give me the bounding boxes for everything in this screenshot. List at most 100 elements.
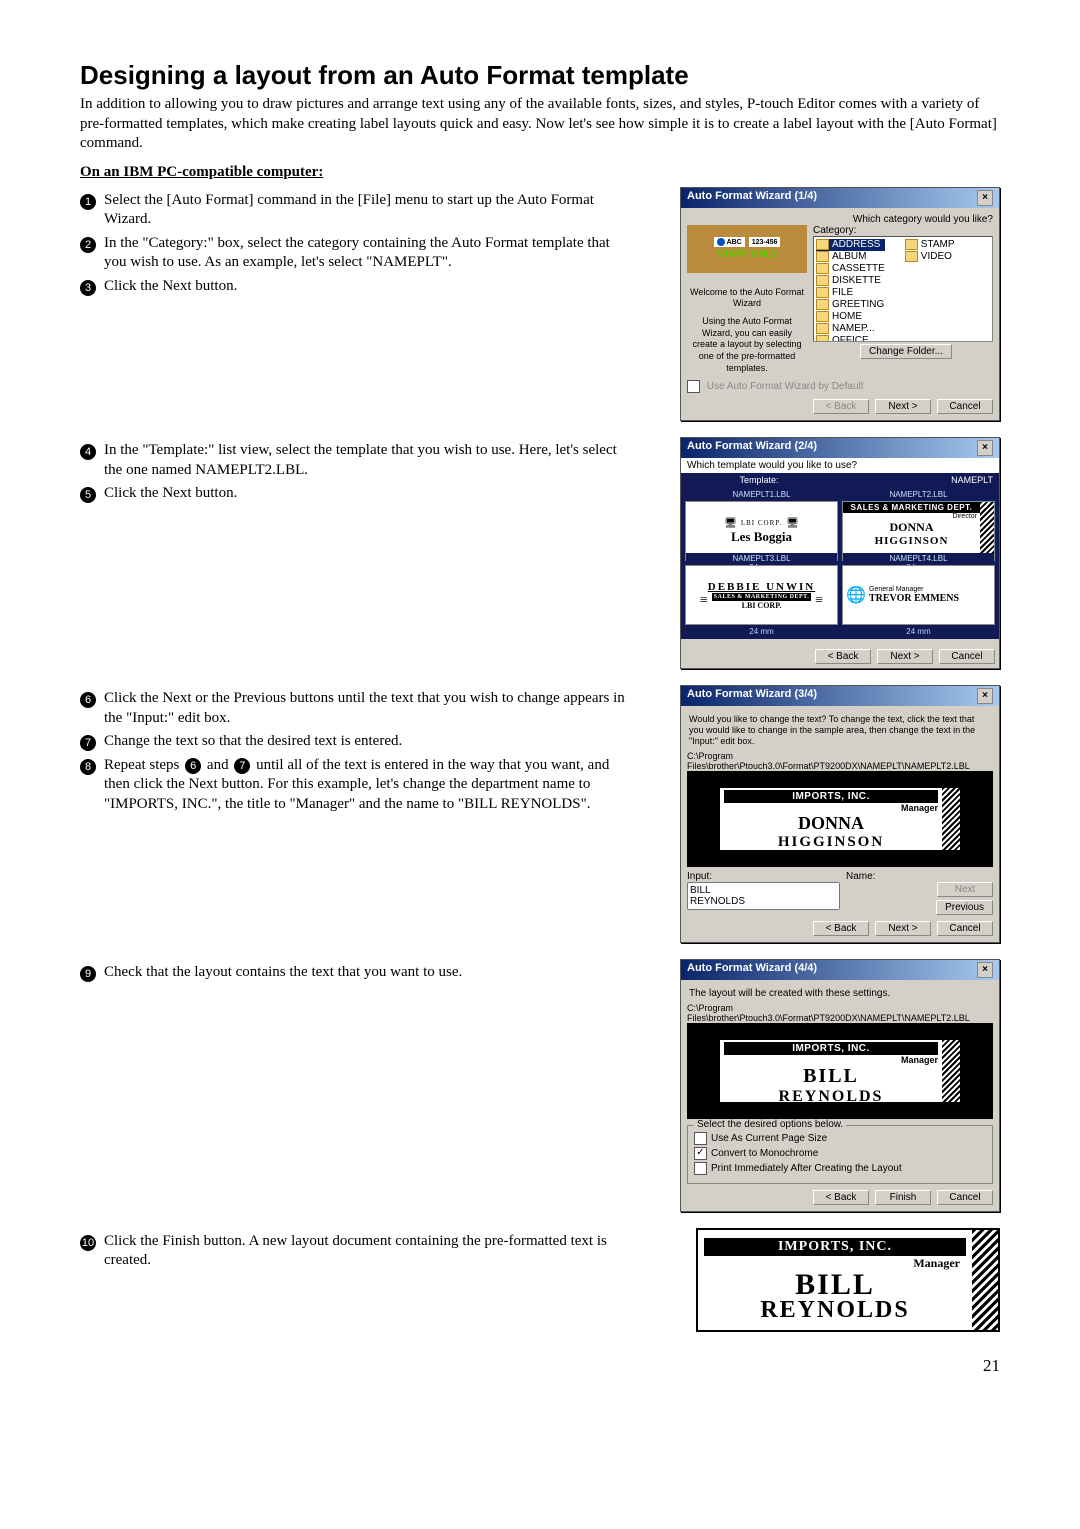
cat-home[interactable]: HOME: [832, 311, 862, 322]
final-dept: IMPORTS, INC.: [704, 1238, 966, 1256]
template-thumb-4[interactable]: NAMEPLT4.LBL 🌐 General Manager TREVOR EM…: [842, 565, 995, 625]
computer-icon: 🖥: [724, 518, 737, 529]
final-name-2: REYNOLDS: [704, 1299, 966, 1322]
back-button[interactable]: < Back: [815, 649, 871, 664]
wizard-3-desc: Would you like to change the text? To ch…: [687, 712, 993, 750]
category-listbox[interactable]: ADDRESS ALBUM CASSETTE DISKETTE FILE GRE…: [813, 236, 993, 342]
opt-page-size-checkbox[interactable]: [694, 1132, 707, 1145]
step-marker-4: 4: [80, 444, 96, 460]
thumb-role: Director: [843, 513, 980, 520]
bars-icon: ≡: [700, 593, 708, 609]
close-icon[interactable]: ×: [977, 440, 993, 456]
opt-print-label: Print Immediately After Creating the Lay…: [711, 1163, 902, 1174]
step-marker-2: 2: [80, 237, 96, 253]
preview-line2: HIGGINSON: [724, 834, 938, 851]
wizard-4-dialog: Auto Format Wizard (4/4) × The layout wi…: [680, 959, 1000, 1212]
step-8: Repeat steps 6 and 7 until all of the te…: [104, 756, 630, 815]
step-2: In the "Category:" box, select the categ…: [104, 234, 630, 273]
change-folder-button[interactable]: Change Folder...: [860, 344, 952, 359]
previous-small-button[interactable]: Previous: [936, 900, 993, 915]
finish-button[interactable]: Finish: [875, 1190, 931, 1205]
hatch-pattern: [972, 1230, 998, 1330]
step-8-b: and: [203, 757, 232, 773]
cancel-button[interactable]: Cancel: [937, 1190, 993, 1205]
hatch-pattern: [942, 788, 960, 850]
close-icon[interactable]: ×: [977, 962, 993, 978]
step-marker-1: 1: [80, 194, 96, 210]
wizard-4-path: C:\Program Files\brother\Ptouch3.0\Forma…: [687, 1003, 993, 1023]
cat-office[interactable]: OFFICE: [832, 335, 869, 342]
cat-album[interactable]: ALBUM: [832, 251, 866, 262]
wizard-4-preview: IMPORTS, INC. Manager BILL REYNOLDS: [687, 1023, 993, 1119]
wizard-1-question: Which category would you like?: [687, 214, 993, 225]
step-marker-6: 6: [80, 692, 96, 708]
intro-paragraph: In addition to allowing you to draw pict…: [80, 95, 1000, 154]
page-number: 21: [80, 1356, 1000, 1376]
cat-cassette[interactable]: CASSETTE: [832, 263, 885, 274]
cat-video[interactable]: VIDEO: [921, 251, 952, 262]
inline-step-ref-6: 6: [185, 758, 201, 774]
template-thumb-2[interactable]: NAMEPLT2.LBL SALES & MARKETING DEPT. Dir…: [842, 501, 995, 561]
thumb-name1: DONNA: [843, 520, 980, 535]
thumb-sub: SALES & MARKETING DEPT.: [712, 593, 811, 601]
cat-file[interactable]: FILE: [832, 287, 853, 298]
computer-icon: 🖥: [786, 518, 799, 529]
cancel-button[interactable]: Cancel: [937, 921, 993, 936]
cat-stamp[interactable]: STAMP: [921, 239, 955, 250]
wizard-3-dialog: Auto Format Wizard (3/4) × Would you lik…: [680, 685, 1000, 942]
cancel-button[interactable]: Cancel: [939, 649, 995, 664]
template-thumb-3[interactable]: NAMEPLT3.LBL DEBBIE UNWIN ≡ SALES & MARK…: [685, 565, 838, 625]
template-grid[interactable]: NAMEPLT1.LBL 🖥 LBI CORP. 🖥 Les Boggia 24…: [683, 499, 997, 627]
close-icon[interactable]: ×: [977, 688, 993, 704]
step-8-a: Repeat steps: [104, 757, 183, 773]
thumb-person: DEBBIE UNWIN: [686, 581, 837, 593]
use-wizard-checkbox[interactable]: [687, 380, 700, 393]
step-marker-7: 7: [80, 735, 96, 751]
step-1: Select the [Auto Format] command in the …: [104, 191, 630, 230]
category-label: Category:: [813, 225, 993, 236]
thumb-name2: HIGGINSON: [843, 535, 980, 547]
thumb-person: TREVOR EMMENS: [869, 593, 994, 604]
name-label: Name:: [846, 871, 993, 882]
cat-nameplt[interactable]: NAMEP...: [832, 323, 875, 334]
cancel-button[interactable]: Cancel: [937, 399, 993, 414]
use-wizard-label: Use Auto Format Wizard by Default: [707, 381, 864, 392]
close-icon[interactable]: ×: [977, 190, 993, 206]
back-button: < Back: [813, 399, 869, 414]
page-heading: Designing a layout from an Auto Format t…: [80, 60, 1000, 91]
thumb-size: 24 mm: [843, 627, 994, 636]
next-button[interactable]: Next >: [875, 399, 931, 414]
step-marker-8: 8: [80, 759, 96, 775]
opt-monochrome-checkbox[interactable]: [694, 1147, 707, 1160]
input-field[interactable]: BILL REYNOLDS: [687, 882, 840, 910]
opt-print-checkbox[interactable]: [694, 1162, 707, 1175]
preview-line2: REYNOLDS: [724, 1088, 938, 1106]
cat-diskette[interactable]: DISKETTE: [832, 275, 881, 286]
wizard-3-path: C:\Program Files\brother\Ptouch3.0\Forma…: [687, 751, 993, 771]
inline-step-ref-7: 7: [234, 758, 250, 774]
next-button[interactable]: Next >: [877, 649, 933, 664]
step-10: Click the Finish button. A new layout do…: [104, 1232, 630, 1271]
bars-icon: ≡: [815, 593, 823, 609]
next-button[interactable]: Next >: [875, 921, 931, 936]
wizard-2-question: Which template would you like to use?: [681, 458, 999, 473]
step-5: Click the Next button.: [104, 484, 630, 504]
thumb-size: 24 mm: [686, 627, 837, 636]
back-button[interactable]: < Back: [813, 1190, 869, 1205]
cat-greeting[interactable]: GREETING: [832, 299, 884, 310]
step-marker-3: 3: [80, 280, 96, 296]
preview-dept: IMPORTS, INC.: [724, 1042, 938, 1055]
step-7: Change the text so that the desired text…: [104, 732, 630, 752]
back-button[interactable]: < Back: [813, 921, 869, 936]
thumb-corp: LBI CORP.: [741, 519, 782, 527]
final-name-1: BILL: [704, 1271, 966, 1300]
options-group: Select the desired options below. Use As…: [687, 1125, 993, 1184]
template-thumb-1[interactable]: NAMEPLT1.LBL 🖥 LBI CORP. 🖥 Les Boggia 24…: [685, 501, 838, 561]
thumb-caption: NAMEPLT1.LBL: [686, 489, 837, 500]
cat-address[interactable]: ADDRESS: [832, 239, 880, 250]
wizard-4-desc: The layout will be created with these se…: [687, 986, 993, 1003]
wizard-1-welcome-body: Using the Auto Format Wizard, you can ea…: [689, 316, 805, 374]
subheading: On an IBM PC-compatible computer:: [80, 164, 1000, 181]
wizard-2-cat: NAMEPLT: [837, 473, 999, 487]
next-small-button: Next: [937, 882, 993, 897]
